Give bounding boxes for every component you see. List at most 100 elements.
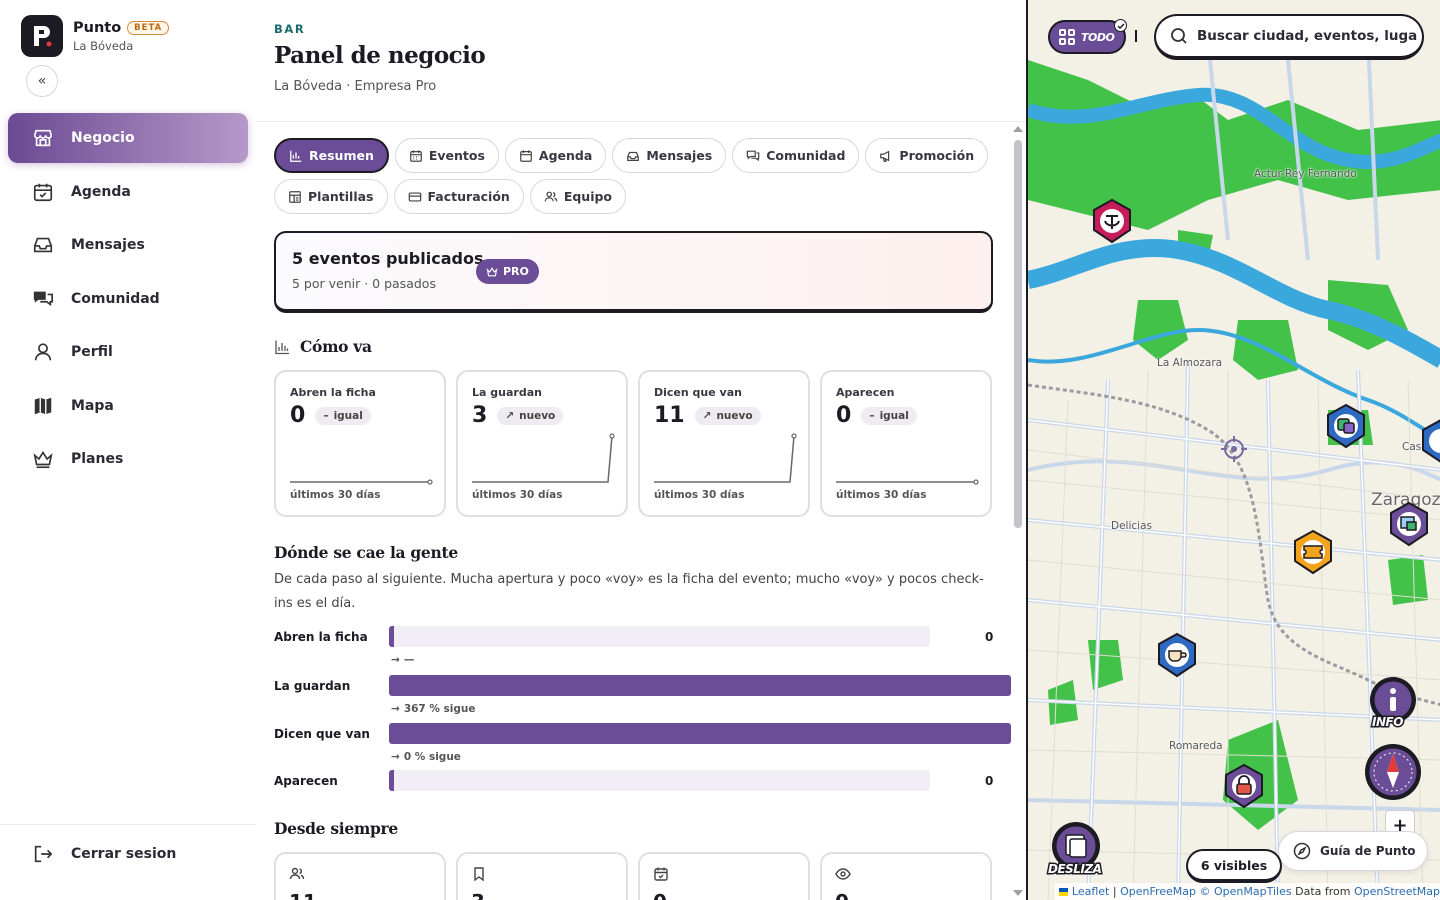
map-marker-private[interactable] xyxy=(1223,763,1265,809)
tab-label: Mensajes xyxy=(646,148,713,163)
page-title: Panel de negocio xyxy=(274,42,486,69)
openmaptiles-link[interactable]: © OpenMapTiles xyxy=(1200,885,1292,898)
map-marker-art[interactable] xyxy=(1388,501,1430,547)
sidebar-item-label: Agenda xyxy=(71,183,131,200)
filter-todo-button[interactable]: TODO xyxy=(1048,19,1127,54)
sidebar-item-planes[interactable]: Planes xyxy=(8,434,248,484)
search-icon xyxy=(1170,27,1188,45)
total-value: 0 xyxy=(835,890,977,900)
map-marker-cafe[interactable] xyxy=(1156,632,1198,678)
tab-resumen[interactable]: Resumen xyxy=(274,138,389,173)
template-icon xyxy=(288,190,302,204)
map-search-bar[interactable] xyxy=(1154,14,1424,60)
compass-button[interactable] xyxy=(1365,744,1421,800)
tab-promocion[interactable]: Promoción xyxy=(865,138,989,173)
tab-facturacion[interactable]: Facturación xyxy=(393,179,524,214)
sidebar: Punto BETA La Bóveda « Negocio Agenda Men… xyxy=(0,0,256,900)
visible-count-badge[interactable]: 6 visibles xyxy=(1186,849,1282,883)
map-marker-tickets[interactable] xyxy=(1292,529,1334,575)
stat-card: Abren la ficha 0 – igual últimos 30 días xyxy=(274,370,446,517)
totals-section-title: Desde siempre xyxy=(274,819,398,838)
compass-outline-icon xyxy=(1293,842,1311,860)
map-panel[interactable]: Actur-Rey Fernando La Almozara Casco Ant… xyxy=(1026,0,1440,900)
beta-badge: BETA xyxy=(127,20,170,35)
sidebar-item-negocio[interactable]: Negocio xyxy=(8,113,248,163)
map-label: Delicias xyxy=(1111,520,1152,532)
arrow-right-icon: → xyxy=(391,703,400,715)
events-summary-card: 5 eventos publicados 5 por venir · 0 pas… xyxy=(274,231,993,313)
user-icon xyxy=(32,341,54,363)
funnel-description: De cada paso al siguiente. Mucha apertur… xyxy=(274,572,984,611)
stat-delta-label: nuevo xyxy=(716,409,753,422)
stat-footer: últimos 30 días xyxy=(836,489,927,501)
sidebar-item-comunidad[interactable]: Comunidad xyxy=(8,274,248,324)
theater-masks-icon xyxy=(1093,198,1131,244)
stat-delta-label: igual xyxy=(333,409,363,422)
collapse-sidebar-button[interactable]: « xyxy=(26,65,58,97)
funnel-track xyxy=(389,770,930,791)
map-search-input[interactable] xyxy=(1197,28,1417,44)
map-marker-theater[interactable] xyxy=(1091,198,1133,244)
sidebar-item-perfil[interactable]: Perfil xyxy=(8,327,248,377)
totals-grid: 11 3 0 0 xyxy=(274,852,992,900)
stat-footer: últimos 30 días xyxy=(472,489,563,501)
ukraine-flag-icon xyxy=(1059,887,1068,896)
credit-card-icon xyxy=(408,190,422,204)
total-card: 0 xyxy=(820,852,992,900)
crown-icon xyxy=(486,266,498,278)
stat-card: La guardan 3 ↗ nuevo últimos 30 días xyxy=(456,370,628,517)
sparkline-endpoint xyxy=(609,433,615,439)
guide-label: Guía de Punto xyxy=(1320,844,1416,858)
map-label: Romareda xyxy=(1169,740,1223,752)
map-marker-partial[interactable] xyxy=(1420,418,1440,464)
calendar-icon xyxy=(519,149,533,163)
sidebar-item-label: Negocio xyxy=(71,130,135,146)
stat-footer: últimos 30 días xyxy=(654,489,745,501)
sidebar-item-label: Perfil xyxy=(71,344,113,360)
toolbar-divider xyxy=(1135,30,1137,42)
lock-icon xyxy=(1225,763,1263,809)
tab-mensajes[interactable]: Mensajes xyxy=(612,138,727,173)
sparkline-endpoint xyxy=(973,479,979,485)
tab-agenda[interactable]: Agenda xyxy=(504,138,607,173)
tab-comunidad[interactable]: Comunidad xyxy=(732,138,860,173)
stat-delta-label: nuevo xyxy=(519,409,556,422)
openstreetmap-link[interactable]: OpenStreetMap xyxy=(1354,885,1440,898)
tab-bar: Resumen Eventos Agenda Mensajes Comunida… xyxy=(274,138,994,214)
sidebar-item-mapa[interactable]: Mapa xyxy=(8,381,248,431)
tab-eventos[interactable]: Eventos xyxy=(394,138,499,173)
stat-label: Abren la ficha xyxy=(290,386,376,399)
stat-value: 0 xyxy=(290,403,306,428)
tab-equipo[interactable]: Equipo xyxy=(529,179,627,214)
stats-grid: Abren la ficha 0 – igual últimos 30 días … xyxy=(274,370,992,517)
funnel-label: Aparecen xyxy=(274,774,338,788)
scroll-up-arrow[interactable] xyxy=(1013,126,1023,132)
stat-row: 0 – igual xyxy=(836,403,976,428)
tab-label: Agenda xyxy=(538,148,593,163)
stat-delta-badge: ↗ nuevo xyxy=(497,406,564,425)
tab-plantillas[interactable]: Plantillas xyxy=(274,179,388,214)
tab-label: Eventos xyxy=(428,148,485,163)
scroll-down-arrow[interactable] xyxy=(1013,890,1023,896)
scroll-thumb[interactable] xyxy=(1014,140,1022,528)
users-icon xyxy=(289,867,305,886)
calendar-icon xyxy=(653,867,669,886)
brand[interactable]: Punto BETA La Bóveda xyxy=(21,15,170,57)
main-scrollbar[interactable] xyxy=(1012,126,1024,900)
sidebar-item-mensajes[interactable]: Mensajes xyxy=(8,220,248,270)
brand-name: Punto BETA xyxy=(73,20,170,36)
sidebar-item-agenda[interactable]: Agenda xyxy=(8,167,248,217)
guide-button[interactable]: Guía de Punto xyxy=(1278,831,1428,871)
stat-label: Dicen que van xyxy=(654,386,742,399)
openfreemap-link[interactable]: OpenFreeMap xyxy=(1120,885,1196,898)
sparkline xyxy=(654,433,797,483)
funnel-track xyxy=(389,723,1011,744)
logout-button[interactable]: Cerrar sesion xyxy=(32,843,176,865)
leaflet-link[interactable]: Leaflet xyxy=(1072,885,1109,898)
map-marker-games[interactable] xyxy=(1325,403,1367,449)
arrow-right-icon: → xyxy=(391,654,400,666)
stat-value: 11 xyxy=(654,403,685,428)
funnel-label: Dicen que van xyxy=(274,727,370,741)
crown-icon xyxy=(32,448,54,470)
sparkline-endpoint xyxy=(791,433,797,439)
